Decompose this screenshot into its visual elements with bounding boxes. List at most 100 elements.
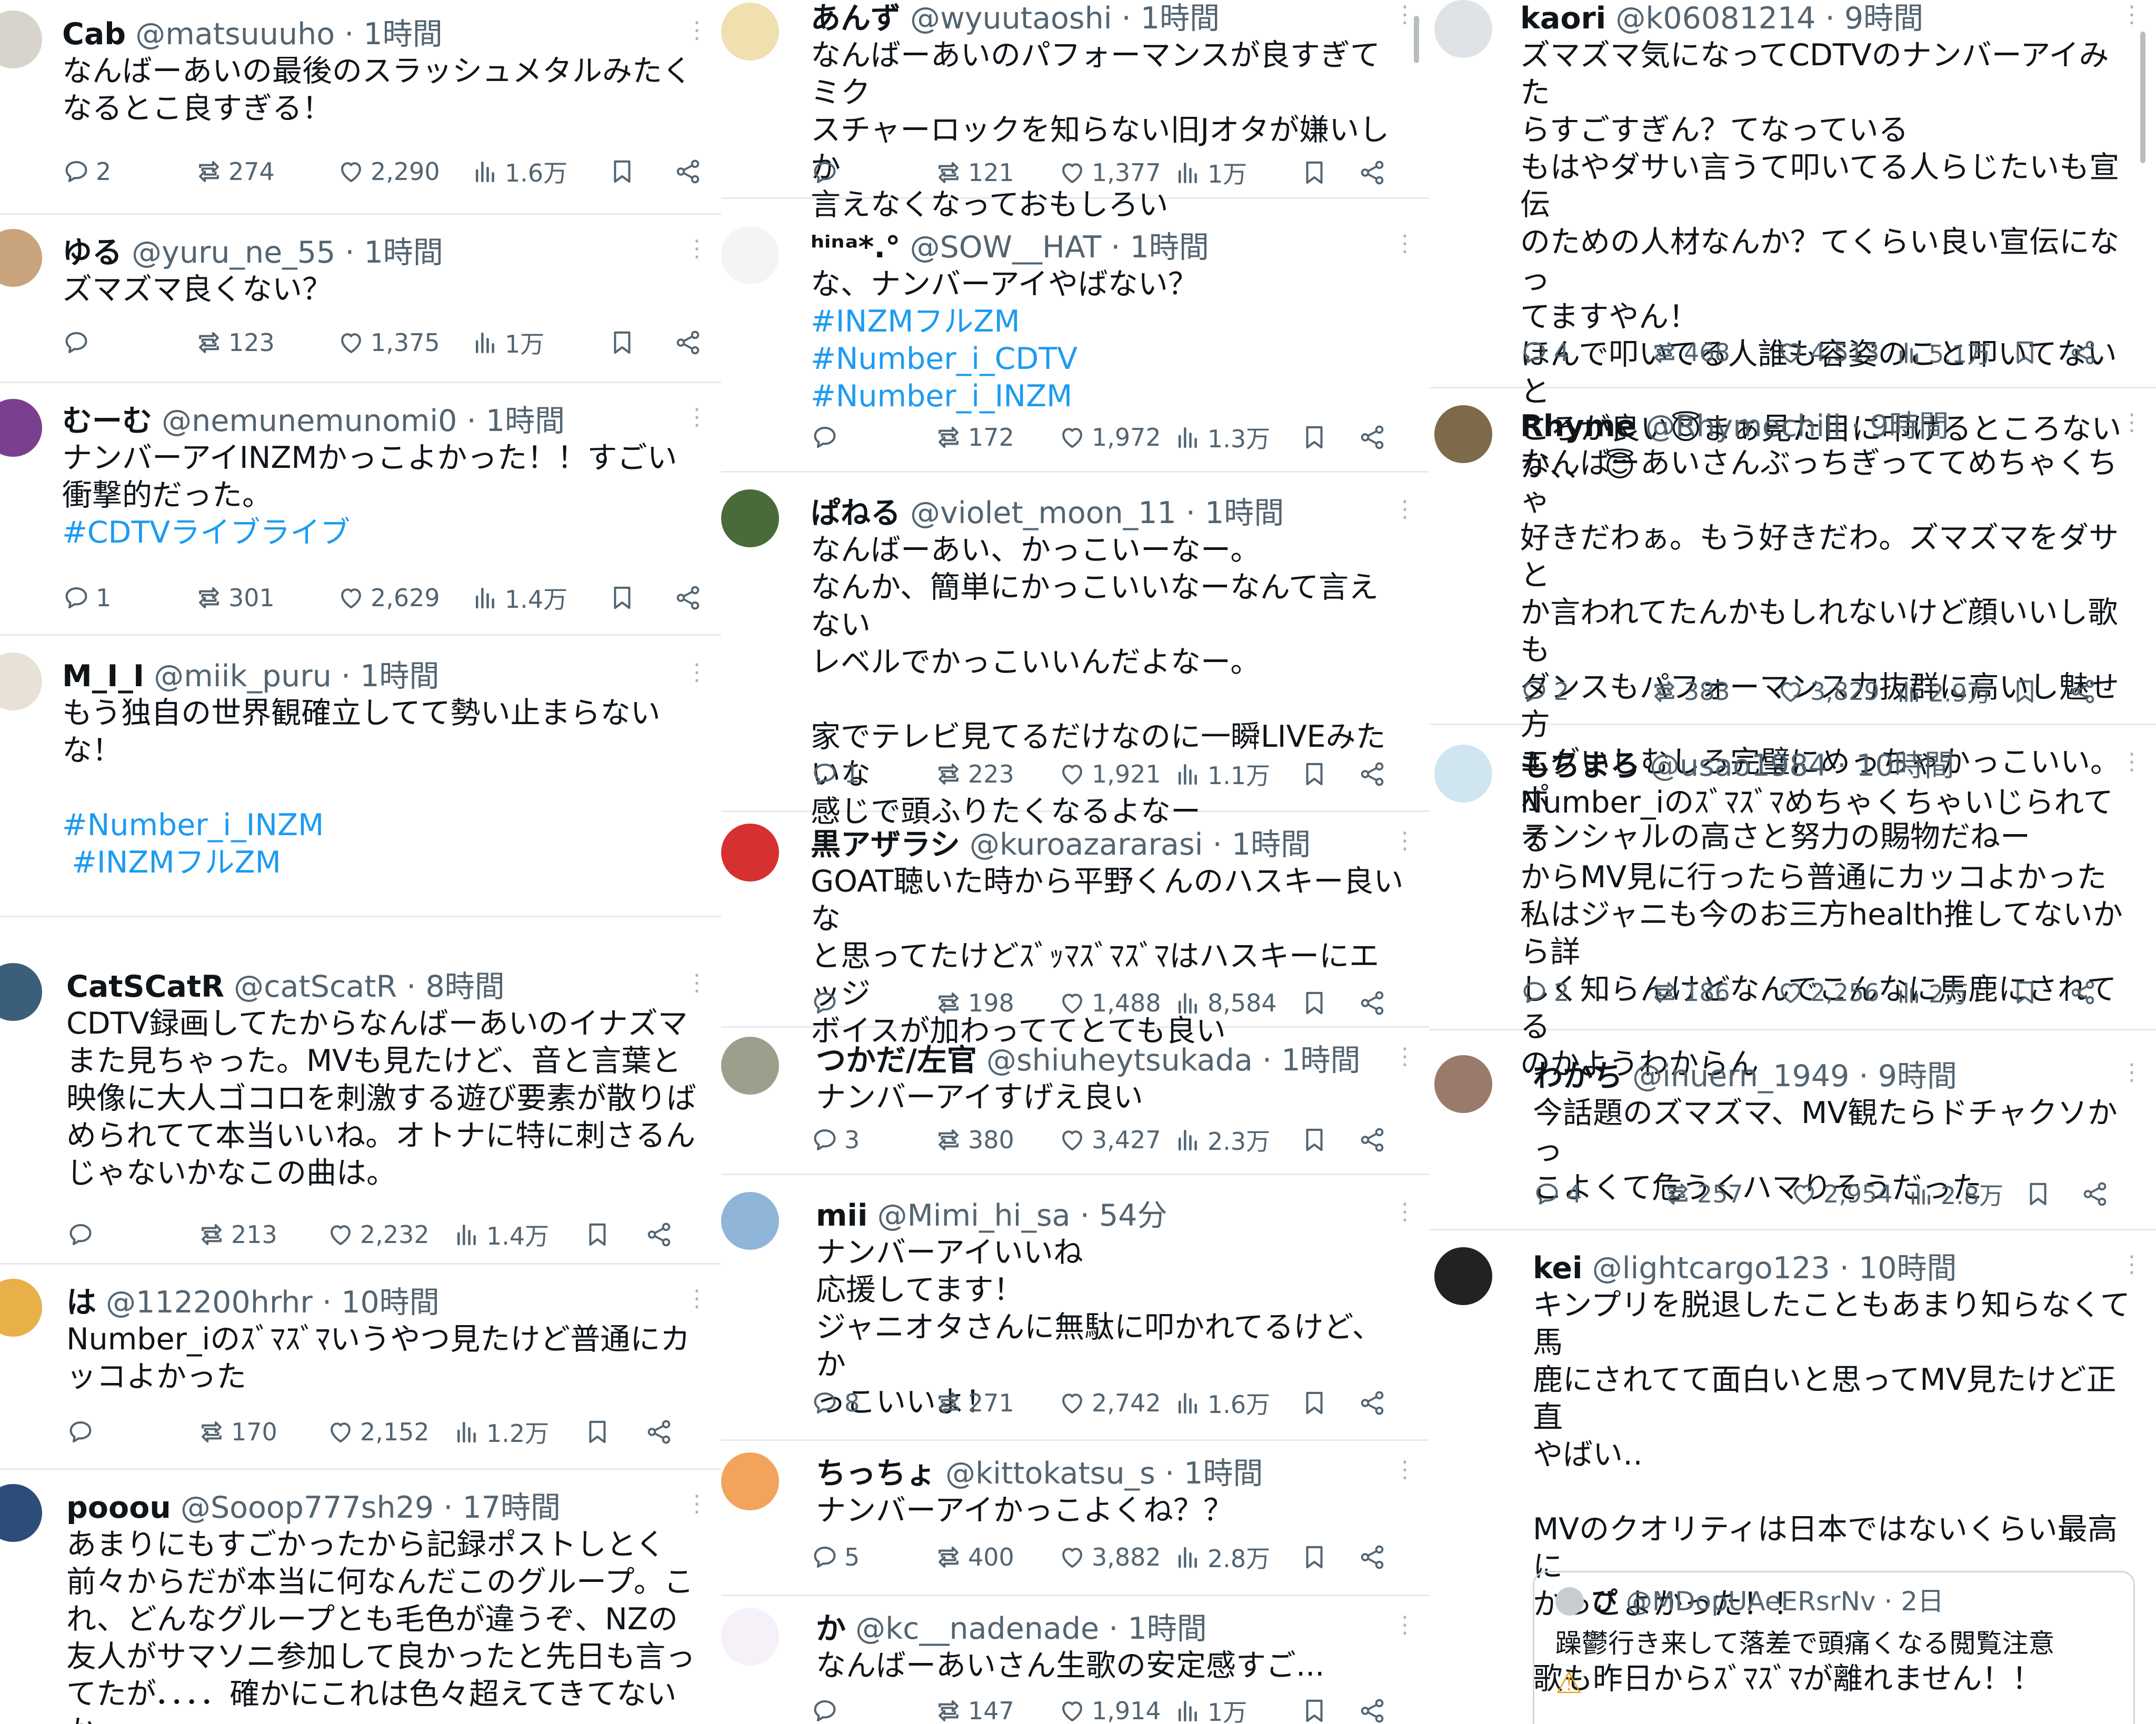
like-button[interactable]: 1,375 xyxy=(337,324,440,362)
tweet[interactable]: kaori @k06081214 · 9時間 ⋮ ズマズマ気になってCDTVのナンバ… xyxy=(1429,0,2156,484)
share-button[interactable] xyxy=(1358,154,1386,192)
retweet-button[interactable]: 170 xyxy=(197,1413,277,1451)
share-button[interactable] xyxy=(1358,418,1386,456)
views-button[interactable]: 1.1万 xyxy=(1174,755,1270,793)
avatar[interactable] xyxy=(721,3,779,61)
user-handle[interactable]: @wyuutaoshi xyxy=(910,1,1112,36)
timestamp[interactable]: 1時間 xyxy=(1141,1,1220,36)
avatar[interactable] xyxy=(721,1192,779,1250)
display-name[interactable]: pooou xyxy=(66,1490,171,1525)
tweet[interactable]: pooou @Sooop777sh29 · 17時間 ⋮ あまりにもすごかったから記… xyxy=(0,1479,721,1724)
avatar[interactable] xyxy=(721,226,779,284)
views-button[interactable]: 2万 xyxy=(1895,974,1968,1011)
reply-button[interactable] xyxy=(811,1692,844,1724)
share-button[interactable] xyxy=(1358,1692,1386,1724)
more-dots-icon[interactable]: ⋮ xyxy=(1393,1613,1416,1637)
user-handle[interactable]: @MDopUAeERsrNv xyxy=(1626,1586,1876,1617)
views-button[interactable]: 2.9万 xyxy=(1895,673,1991,710)
tweet[interactable]: ʰⁱⁿᵃ*.° @SOW__HAT · 1時間 ⋮ な、ナンバーアイやばない？ #IN… xyxy=(721,218,1429,473)
retweet-button[interactable]: 383 xyxy=(1650,673,1730,710)
views-button[interactable]: 2.8万 xyxy=(1174,1538,1270,1576)
user-handle[interactable]: @kuroazararasi xyxy=(970,827,1203,862)
views-button[interactable]: 1.3万 xyxy=(1174,418,1270,456)
more-dots-icon[interactable]: ⋮ xyxy=(685,406,708,429)
more-dots-icon[interactable]: ⋮ xyxy=(685,971,708,995)
tweet[interactable]: mii @Mimi_hi_sa · 54分 ⋮ ナンバーアイいいね 応援してます！ … xyxy=(721,1187,1429,1441)
avatar[interactable] xyxy=(1555,1587,1584,1616)
tweet[interactable]: ちっちょ @kittokatsu_s · 1時間 ⋮ ナンバーアイかっこよくね？？ 5… xyxy=(721,1445,1429,1596)
hashtag-link[interactable]: #Number_i_INZM xyxy=(62,807,700,844)
display-name[interactable]: kaori xyxy=(1520,1,1606,36)
display-name[interactable]: ゆる xyxy=(62,235,122,270)
more-dots-icon[interactable]: ⋮ xyxy=(685,1287,708,1310)
user-handle[interactable]: @kittokatsu_s xyxy=(945,1456,1155,1491)
like-button[interactable]: 3,829 xyxy=(1776,673,1880,710)
user-handle[interactable]: @lightcargo123 xyxy=(1592,1251,1830,1286)
like-button[interactable]: 2,954 xyxy=(1790,1175,1893,1213)
display-name[interactable]: mii xyxy=(816,1198,867,1233)
share-button[interactable] xyxy=(1358,1384,1386,1422)
avatar[interactable] xyxy=(721,824,779,881)
timestamp[interactable]: 9時間 xyxy=(1844,1,1923,36)
bookmark-button[interactable] xyxy=(1300,755,1329,793)
user-handle[interactable]: @yuru_ne_55 xyxy=(132,235,335,270)
share-button[interactable] xyxy=(674,153,702,191)
timestamp[interactable]: 1時間 xyxy=(363,17,442,52)
display-name[interactable]: か xyxy=(816,1611,846,1646)
views-button[interactable]: 1万 xyxy=(1174,154,1247,192)
timestamp[interactable]: 2日 xyxy=(1901,1586,1944,1617)
bookmark-button[interactable] xyxy=(1300,1121,1329,1159)
bookmark-button[interactable] xyxy=(583,1413,612,1451)
display-name[interactable]: もちまろ xyxy=(1520,748,1640,783)
avatar[interactable] xyxy=(0,399,42,457)
share-button[interactable] xyxy=(674,579,702,617)
bookmark-button[interactable] xyxy=(1300,1538,1329,1576)
user-handle[interactable]: @shiuheytsukada xyxy=(986,1043,1253,1078)
tweet[interactable]: もちまろ @usao1984 · 10時間 ⋮ Number_iのｽﾞﾏｽﾞﾏめちゃ… xyxy=(1429,737,2156,1081)
display-name[interactable]: ちっちょ xyxy=(816,1456,936,1491)
reply-button[interactable]: 4 xyxy=(1533,1175,1582,1213)
reply-button[interactable] xyxy=(811,154,844,192)
display-name[interactable]: CatSCatR xyxy=(66,969,224,1004)
bookmark-button[interactable] xyxy=(608,324,636,362)
timestamp[interactable]: 1時間 xyxy=(1127,1611,1206,1646)
more-dots-icon[interactable]: ⋮ xyxy=(2120,750,2143,774)
reply-button[interactable]: 4 xyxy=(1520,334,1569,372)
user-handle[interactable]: @matsuuuho xyxy=(135,17,335,52)
reply-button[interactable] xyxy=(811,418,844,456)
like-button[interactable]: 2,232 xyxy=(326,1216,430,1254)
retweet-button[interactable]: 301 xyxy=(195,579,275,617)
tweet[interactable]: CatSCatR @catScatR · 8時間 ⋮ CDTV録画してたからなんばー… xyxy=(0,958,721,1265)
user-handle[interactable]: @112200hrhr xyxy=(106,1285,313,1320)
share-button[interactable] xyxy=(645,1216,673,1254)
timestamp[interactable]: 9時間 xyxy=(1878,1059,1957,1094)
bookmark-button[interactable] xyxy=(2024,1175,2052,1213)
more-dots-icon[interactable]: ⋮ xyxy=(2120,3,2143,26)
display-name[interactable]: ʰⁱⁿᵃ*.° xyxy=(811,230,900,265)
like-button[interactable]: 1,972 xyxy=(1058,418,1161,456)
avatar[interactable] xyxy=(721,1452,779,1510)
like-button[interactable]: 2,742 xyxy=(1058,1384,1161,1422)
like-button[interactable]: 1,488 xyxy=(1058,984,1161,1022)
retweet-button[interactable]: 257 xyxy=(1663,1175,1743,1213)
views-button[interactable]: 8,584 xyxy=(1174,984,1277,1022)
display-name[interactable]: わかち xyxy=(1533,1059,1623,1094)
avatar[interactable] xyxy=(0,229,42,287)
timestamp[interactable]: 10時間 xyxy=(1856,748,1954,783)
user-handle[interactable]: @miik_puru xyxy=(154,659,332,694)
like-button[interactable]: 2,152 xyxy=(326,1413,430,1451)
share-button[interactable] xyxy=(2069,974,2097,1011)
reply-button[interactable]: 2 xyxy=(1520,673,1569,710)
user-handle[interactable]: @violet_moon_11 xyxy=(910,496,1176,530)
tweet[interactable]: M_I_I @miik_puru · 1時間 ⋮ もう独自の世界観確立してて勢い止ま… xyxy=(0,647,721,917)
more-dots-icon[interactable]: ⋮ xyxy=(1393,498,1416,521)
avatar[interactable] xyxy=(721,1037,779,1095)
bookmark-button[interactable] xyxy=(583,1216,612,1254)
like-button[interactable]: 2,256 xyxy=(1776,974,1880,1011)
hashtag-link[interactable]: #CDTVライブライブ xyxy=(62,514,700,552)
retweet-button[interactable]: 223 xyxy=(934,755,1014,793)
user-handle[interactable]: @nemunemunomi0 xyxy=(162,404,457,438)
user-handle[interactable]: @catScatR xyxy=(234,969,397,1004)
display-name[interactable]: M_I_I xyxy=(62,659,144,694)
tweet[interactable]: ぱねる @violet_moon_11 · 1時間 ⋮ なんばーあい、かっこいーなー… xyxy=(721,484,1429,829)
